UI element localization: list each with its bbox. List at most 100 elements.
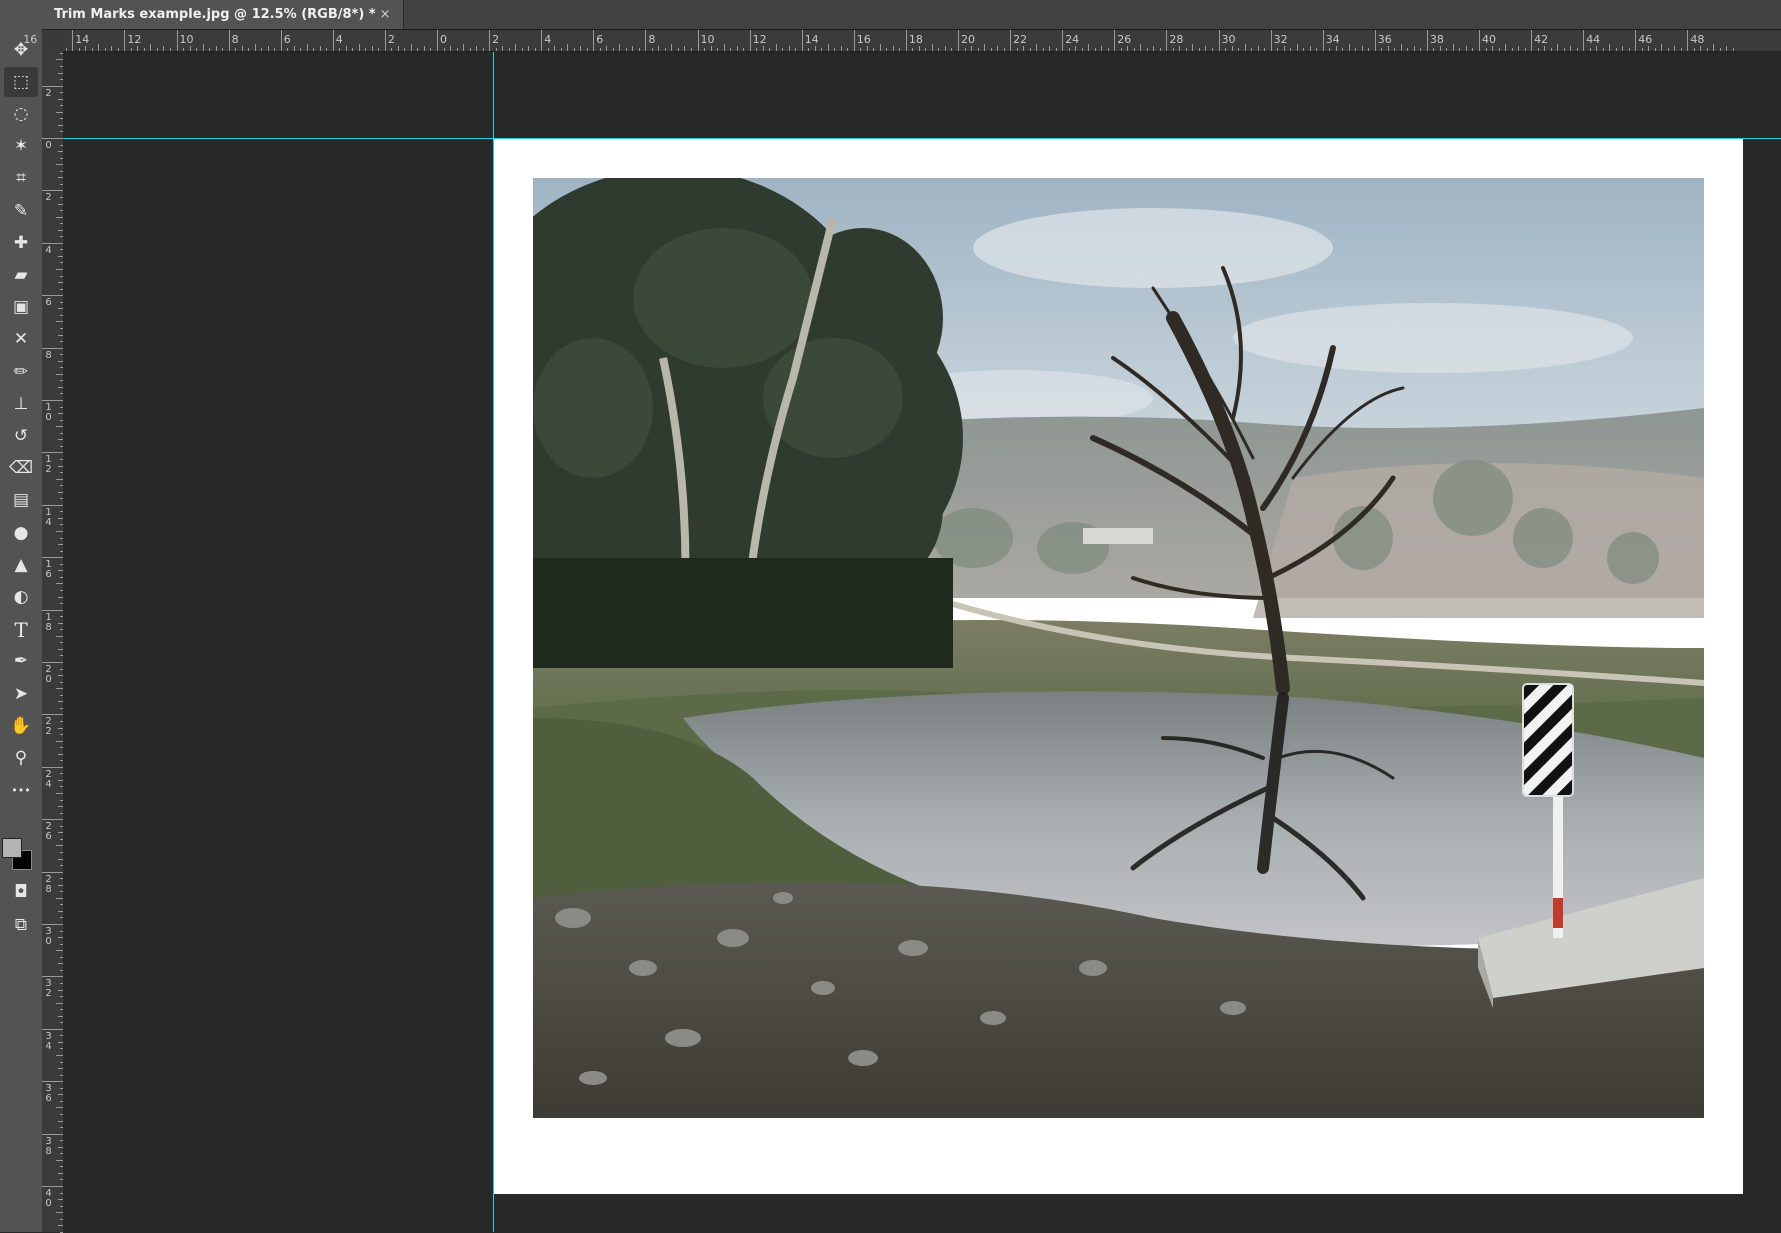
ruler-tick (72, 30, 74, 51)
ruler-tick (860, 48, 862, 51)
ruler-tick (345, 46, 347, 51)
ruler-origin[interactable] (42, 30, 63, 51)
pen-tool[interactable]: ✒ (4, 647, 38, 677)
ruler-tick (690, 48, 692, 51)
ruler-label: 16 (856, 33, 871, 46)
ruler-tick (339, 48, 341, 51)
ruler-label: 8 (45, 349, 52, 361)
ruler-tick (1231, 46, 1233, 51)
ruler-tick (56, 111, 63, 113)
eyedropper-tool[interactable]: ✎ (4, 196, 38, 226)
ruler-tick (117, 48, 119, 51)
ruler-tick (1218, 30, 1220, 51)
crop-tool[interactable]: ⌗ (4, 164, 38, 194)
ruler-label: 20 (45, 664, 52, 685)
ruler-tick (56, 216, 63, 218)
ruler-tick (1726, 46, 1728, 51)
foreground-color-swatch[interactable] (2, 838, 22, 858)
ruler-tick (977, 48, 979, 51)
ruler-tick (1036, 44, 1038, 51)
sharpen-tool[interactable]: ▲ (4, 550, 38, 580)
brush-tool[interactable]: ✏ (4, 357, 38, 387)
ruler-tick (1550, 48, 1552, 51)
ruler-tick (1146, 48, 1148, 51)
lasso-tool[interactable]: ◌ (4, 99, 38, 129)
hand-tool[interactable]: ✋ (4, 711, 38, 741)
ruler-tick (1505, 44, 1507, 51)
document-canvas[interactable] (493, 138, 1743, 1194)
rectangular-marquee-tool[interactable]: ⬚ (4, 67, 38, 98)
history-brush-tool[interactable]: ↺ (4, 421, 38, 451)
ruler-tick (42, 242, 63, 244)
ruler-tick (515, 44, 517, 51)
canvas-area[interactable] (63, 52, 1781, 1232)
ruler-tick (1238, 48, 1240, 51)
screen-mode[interactable]: ⧉ (4, 910, 38, 940)
horizontal-ruler[interactable]: 16 14 12 10 8 6 4 2 0 2 4 6 8 10 12 14 16 18 20 22 24 26 28 30 3… (23, 30, 1781, 52)
ruler-tick (1732, 48, 1734, 51)
healing-brush-tool[interactable]: ▰ (4, 260, 38, 290)
ruler-tick (1088, 44, 1090, 51)
ruler-tick (56, 845, 63, 847)
ruler-tick (1348, 44, 1350, 51)
eraser-tool[interactable]: ⌫ (4, 454, 38, 484)
ruler-tick (1609, 44, 1611, 51)
ruler-tick (42, 295, 63, 297)
ruler-tick (85, 46, 87, 51)
path-selection-tool[interactable]: ➤ (4, 679, 38, 709)
ruler-tick (834, 48, 836, 51)
ruler-tick (1016, 48, 1018, 51)
ruler-tick (1596, 46, 1598, 51)
ruler-tick (573, 48, 575, 51)
horizontal-guide[interactable] (63, 138, 1781, 139)
ruler-tick (879, 44, 881, 51)
ruler-tick (189, 46, 191, 51)
ruler-label: 32 (1273, 33, 1288, 46)
ruler-tick (42, 557, 63, 559)
ruler-tick (554, 46, 556, 51)
type-tool[interactable]: T (4, 615, 38, 645)
ruler-tick (1062, 30, 1064, 51)
ruler-tick (795, 48, 797, 51)
document-tab[interactable]: Trim Marks example.jpg @ 12.5% (RGB/8*) … (42, 0, 404, 29)
patch-tool[interactable]: ▣ (4, 293, 38, 323)
ruler-tick (671, 44, 673, 51)
zoom-tool[interactable]: ⚲ (4, 743, 38, 773)
close-icon[interactable]: × (380, 7, 391, 22)
patch-icon: ▣ (12, 297, 30, 318)
ruler-tick (1316, 48, 1318, 51)
ruler-label: 10 (45, 402, 52, 423)
clone-stamp-tool[interactable]: ⊥ (4, 389, 38, 419)
ruler-label: 32 (45, 978, 52, 1000)
ruler-label: 26 (45, 821, 52, 843)
vertical-guide[interactable] (493, 52, 494, 1232)
blur-tool[interactable]: ● (4, 518, 38, 548)
ruler-tick (267, 46, 269, 51)
magic-wand-tool[interactable]: ✶ (4, 132, 38, 162)
ruler-tick (1225, 48, 1226, 51)
ruler-tick (42, 976, 63, 978)
ruler-tick (1674, 46, 1676, 51)
ruler-tick (866, 46, 868, 51)
ruler-tick (1277, 48, 1279, 51)
ruler-tick (332, 30, 334, 51)
ruler-tick (56, 950, 63, 952)
quick-mask-mode[interactable]: ◘ (4, 877, 38, 907)
ruler-tick (42, 871, 63, 873)
spot-healing-brush-tool[interactable]: ✚ (4, 228, 38, 258)
ruler-tick (1023, 46, 1025, 51)
edit-toolbar[interactable]: ••• (4, 776, 38, 806)
ruler-label: 36 (45, 1083, 52, 1105)
ruler-tick (1172, 48, 1174, 51)
ruler-tick (1420, 48, 1422, 51)
ruler-tick (397, 46, 399, 51)
ruler-tick (1342, 48, 1344, 51)
vertical-ruler[interactable]: 2 0 2 4 6 8 10 12 14 16 18 20 22 24 26 28 30 32 34 36 38 40 (42, 51, 64, 1233)
ruler-tick (1101, 46, 1103, 51)
ruler-label: 16 (45, 559, 52, 581)
content-aware-move-tool[interactable]: ✕ (4, 325, 38, 355)
dodge-tool[interactable]: ◐ (4, 582, 38, 612)
ruler-tick (528, 46, 530, 51)
gradient-tool[interactable]: ▤ (4, 486, 38, 516)
ruler-tick (1211, 48, 1213, 51)
